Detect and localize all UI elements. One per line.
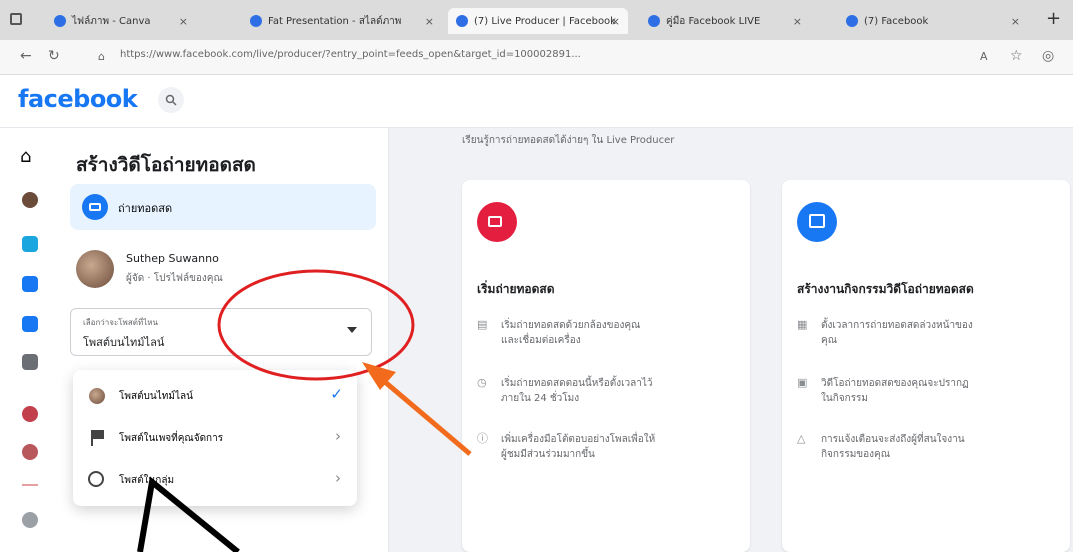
facebook-favicon-icon bbox=[648, 15, 660, 27]
facebook-favicon-icon bbox=[456, 15, 468, 27]
dropdown-label: เลือกว่าจะโพสต์ที่ไหน bbox=[83, 318, 158, 327]
watch-icon[interactable] bbox=[22, 236, 38, 252]
menu-item-group[interactable]: โพสต์ในกลุ่ม › bbox=[73, 460, 357, 500]
groups-icon[interactable] bbox=[22, 316, 38, 332]
more-icon[interactable] bbox=[22, 512, 38, 528]
card-bullet: ◷ เริ่มถ่ายทอดสดตอนนี้หรือตั้งเวลาไว้ภาย… bbox=[477, 376, 653, 404]
intro-text: เรียนรู้การถ่ายทอดสดได้ง่ายๆ ใน Live Pro… bbox=[462, 135, 675, 146]
info-icon: ⓘ bbox=[477, 432, 488, 445]
grid-icon[interactable] bbox=[22, 354, 38, 370]
chevron-down-icon[interactable] bbox=[347, 327, 357, 333]
menu-item-timeline[interactable]: โพสต์บนไทม์ไลน์ ✓ bbox=[73, 376, 357, 416]
read-aloud-icon[interactable]: A bbox=[980, 50, 988, 63]
card-bullet: ▤ เริ่มถ่ายทอดสดด้วยกล้องของคุณและเชื่อม… bbox=[477, 318, 641, 346]
back-icon[interactable]: ← bbox=[20, 48, 32, 64]
marketplace-icon[interactable] bbox=[22, 276, 38, 292]
card-bullet: △ การแจ้งเตือนจะส่งถึงผู้ที่สนใจงานกิจกร… bbox=[797, 432, 965, 460]
favorite-icon[interactable]: ☆ bbox=[1010, 48, 1023, 64]
card-bullet: ▦ ตั้งเวลาการถ่ายทอดสดล่วงหน้าของคุณ bbox=[797, 318, 973, 346]
facebook-header: facebook bbox=[0, 75, 1073, 128]
lock-icon: ⌂ bbox=[98, 50, 105, 63]
browser-tab-bar: ไฟล์ภาพ - Canva × Fat Presentation - สไล… bbox=[0, 0, 1073, 40]
page-title: สร้างวิดีโอถ่ายทอดสด bbox=[76, 154, 256, 176]
canva-favicon-icon bbox=[54, 15, 66, 27]
profile-avatar-icon[interactable] bbox=[22, 192, 38, 208]
live-camera-icon bbox=[477, 202, 517, 242]
clock-icon: ◷ bbox=[477, 376, 487, 389]
main-content: เรียนรู้การถ่ายทอดสดได้ง่ายๆ ใน Live Pro… bbox=[389, 128, 1073, 552]
card-bullet: ⓘ เพิ่มเครื่องมือโต้ตอบอย่างโพลเพื่อให้ผ… bbox=[477, 432, 656, 460]
live-mode-option[interactable]: ถ่ายทอดสด bbox=[70, 184, 376, 230]
chevron-right-icon: › bbox=[335, 469, 341, 487]
card-bullet: ▣ วิดีโอถ่ายทอดสดของคุณจะปรากฏในกิจกรรม bbox=[797, 376, 969, 404]
profile-avatar-icon bbox=[89, 388, 105, 404]
search-icon[interactable] bbox=[158, 87, 184, 113]
left-nav-rail: ⌂ bbox=[0, 128, 56, 552]
tab-actions-icon[interactable] bbox=[10, 13, 22, 25]
facebook-logo[interactable]: facebook bbox=[18, 85, 138, 113]
menu-item-label: โพสต์บนไทม์ไลน์ bbox=[119, 391, 193, 402]
dropdown-value: โพสต์บนไทม์ไลน์ bbox=[83, 336, 165, 349]
live-mode-label: ถ่ายทอดสด bbox=[118, 202, 173, 215]
menu-item-page[interactable]: โพสต์ในเพจที่คุณจัดการ › bbox=[73, 418, 357, 458]
close-tab-icon[interactable]: × bbox=[793, 15, 802, 28]
menu-item-label: โพสต์ในเพจที่คุณจัดการ bbox=[119, 433, 224, 444]
card-title: สร้างงานกิจกรรมวิดีโอถ่ายทอดสด bbox=[797, 282, 974, 296]
live-event-card[interactable]: สร้างงานกิจกรรมวิดีโอถ่ายทอดสด ▦ ตั้งเวล… bbox=[782, 180, 1070, 552]
home-icon[interactable]: ⌂ bbox=[20, 146, 31, 167]
browser-tab[interactable]: คู่มือ Facebook LIVE × bbox=[640, 8, 810, 34]
url-text[interactable]: https://www.facebook.com/live/producer/?… bbox=[120, 49, 581, 60]
bell-icon: △ bbox=[797, 432, 806, 445]
presentation-favicon-icon bbox=[250, 15, 262, 27]
go-live-card[interactable]: เริ่มถ่ายทอดสด ▤ เริ่มถ่ายทอดสดด้วยกล้อง… bbox=[462, 180, 750, 552]
calendar-small-icon: ▦ bbox=[797, 318, 808, 331]
address-bar: ← ↻ ⌂ https://www.facebook.com/live/prod… bbox=[0, 40, 1073, 75]
browser-tab[interactable]: Fat Presentation - สไลด์ภาพ × bbox=[242, 8, 442, 34]
calendar-icon bbox=[797, 202, 837, 242]
close-tab-icon[interactable]: × bbox=[611, 15, 620, 28]
profile-icon[interactable]: ◎ bbox=[1042, 48, 1054, 64]
user-subtitle: ผู้จัด · โปรไฟล์ของคุณ bbox=[126, 273, 223, 284]
post-destination-dropdown[interactable]: เลือกว่าจะโพสต์ที่ไหน โพสต์บนไทม์ไลน์ bbox=[70, 308, 372, 356]
post-destination-menu: โพสต์บนไทม์ไลน์ ✓ โพสต์ในเพจที่คุณจัดการ… bbox=[73, 370, 357, 506]
shortcut-avatar-icon[interactable] bbox=[22, 444, 38, 460]
checkmark-icon: ✓ bbox=[330, 385, 343, 403]
video-camera-icon bbox=[82, 194, 108, 220]
refresh-icon[interactable]: ↻ bbox=[48, 48, 60, 64]
group-icon bbox=[88, 471, 104, 487]
avatar bbox=[76, 250, 114, 288]
shortcut-avatar-icon[interactable] bbox=[22, 406, 38, 422]
browser-tab[interactable]: (7) Facebook × bbox=[838, 8, 1028, 34]
divider bbox=[22, 484, 38, 486]
new-tab-button[interactable]: + bbox=[1046, 8, 1061, 29]
browser-tab-active[interactable]: (7) Live Producer | Facebook × bbox=[448, 8, 628, 34]
card-title: เริ่มถ่ายทอดสด bbox=[477, 282, 555, 296]
facebook-favicon-icon bbox=[846, 15, 858, 27]
close-tab-icon[interactable]: × bbox=[425, 15, 434, 28]
browser-tab[interactable]: ไฟล์ภาพ - Canva × bbox=[46, 8, 196, 34]
menu-item-label: โพสต์ในกลุ่ม bbox=[119, 475, 175, 486]
close-tab-icon[interactable]: × bbox=[1011, 15, 1020, 28]
event-icon: ▣ bbox=[797, 376, 808, 389]
flag-icon-shape bbox=[93, 430, 104, 439]
user-name: Suthep Suwanno bbox=[126, 252, 219, 265]
chevron-right-icon: › bbox=[335, 427, 341, 445]
camera-icon: ▤ bbox=[477, 318, 488, 331]
close-tab-icon[interactable]: × bbox=[179, 15, 188, 28]
